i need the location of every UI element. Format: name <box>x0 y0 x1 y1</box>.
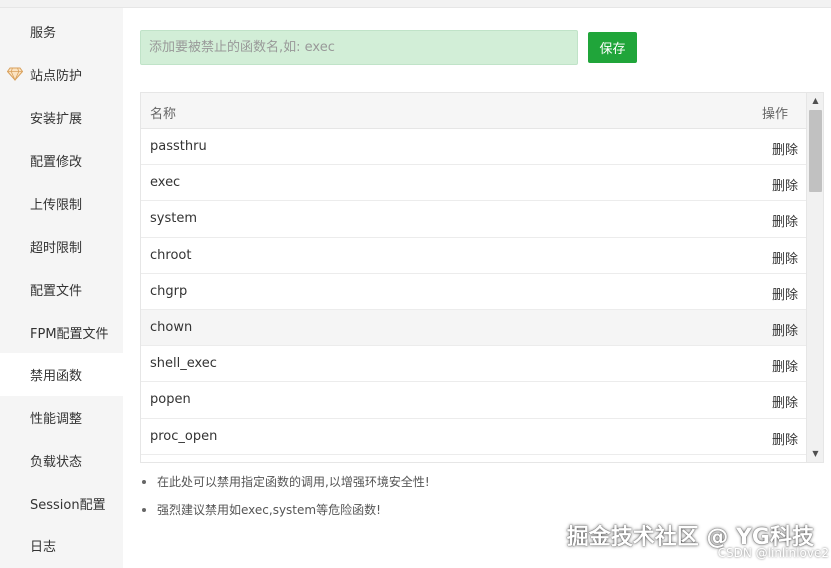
sidebar-item-label: 站点防护 <box>30 69 83 84</box>
function-name-cell: passthru <box>150 139 207 154</box>
sidebar-item-label: 超时限制 <box>30 241 83 256</box>
sidebar-item-session-config[interactable]: Session配置 <box>0 482 123 525</box>
column-header-action: 操作 <box>761 107 788 122</box>
sidebar-item-label: 上传限制 <box>30 198 83 213</box>
table-row: proc_open 删除 <box>141 419 807 455</box>
sidebar-item-label: 禁用函数 <box>30 369 83 384</box>
watermark-subtext: CSDN @linlinlove2 <box>717 546 829 560</box>
sidebar-item-label: 安装扩展 <box>30 112 83 127</box>
table-scrollbar[interactable]: ▲ ▼ <box>806 93 823 462</box>
sidebar-item-label: 配置文件 <box>30 284 83 299</box>
sidebar-item-label: 性能调整 <box>30 412 83 427</box>
sidebar-item-fpm-config[interactable]: FPM配置文件 <box>0 311 123 354</box>
function-name-cell: popen <box>150 392 191 408</box>
scrollbar-thumb[interactable] <box>809 110 822 192</box>
function-name-cell: shell_exec <box>150 356 217 372</box>
table-row: passthru 删除 <box>141 129 807 166</box>
sidebar-item-upload-limit[interactable]: 上传限制 <box>0 182 123 225</box>
table-row: chown 删除 <box>141 309 807 347</box>
sidebar-item-service[interactable]: 服务 <box>0 10 123 53</box>
table-row: popen 删除 <box>141 382 807 419</box>
sidebar-item-site-protection[interactable]: 站点防护 <box>0 53 123 96</box>
table-row: chroot 删除 <box>141 238 807 274</box>
table-row: system 删除 <box>141 201 807 238</box>
function-name-cell: chroot <box>150 247 192 263</box>
php-settings-panel: 服务 站点防护 安装扩展 配置修改 上传限制 超时限制 配置文件 FPM配置文件 <box>0 0 831 568</box>
sidebar: 服务 站点防护 安装扩展 配置修改 上传限制 超时限制 配置文件 FPM配置文件 <box>0 8 123 568</box>
column-header-name: 名称 <box>150 107 177 122</box>
delete-link[interactable]: 删除 <box>772 320 798 339</box>
scroll-up-arrow-icon[interactable]: ▲ <box>807 93 823 109</box>
table-row: exec 删除 <box>141 165 807 202</box>
function-name-input[interactable] <box>140 30 578 65</box>
sidebar-item-config-file[interactable]: 配置文件 <box>0 268 123 311</box>
delete-link[interactable]: 删除 <box>772 356 798 375</box>
function-name-cell: chown <box>150 319 193 335</box>
function-name-cell: chgrp <box>150 283 188 299</box>
delete-link[interactable]: 删除 <box>772 175 798 194</box>
tips-list: 在此处可以禁用指定函数的调用,以增强环境安全性! 强烈建议禁用如exec,sys… <box>140 474 430 530</box>
delete-link[interactable]: 删除 <box>772 284 798 303</box>
tip-item: 在此处可以禁用指定函数的调用,以增强环境安全性! <box>140 474 430 502</box>
table-row: shell_exec 删除 <box>141 346 807 383</box>
table-row: pcntl_exec 删除 <box>141 455 807 462</box>
sidebar-item-load-status[interactable]: 负载状态 <box>0 439 123 482</box>
sidebar-item-label: FPM配置文件 <box>30 327 109 342</box>
sidebar-item-label: 服务 <box>30 26 57 41</box>
sidebar-item-label: 配置修改 <box>30 155 83 170</box>
main-content: 保存 名称 操作 passthru 删除 exec 删除 system 删除 <box>123 8 831 568</box>
sidebar-item-label: Session配置 <box>30 498 106 513</box>
sidebar-item-install-extensions[interactable]: 安装扩展 <box>0 96 123 139</box>
scroll-down-arrow-icon[interactable]: ▼ <box>807 446 823 462</box>
gem-icon <box>7 67 23 81</box>
function-name-cell: proc_open <box>150 428 218 444</box>
sidebar-item-label: 负载状态 <box>30 455 83 470</box>
sidebar-item-config-modify[interactable]: 配置修改 <box>0 139 123 182</box>
tip-item: 强烈建议禁用如exec,system等危险函数! <box>140 502 430 530</box>
sidebar-item-label: 日志 <box>30 540 57 555</box>
delete-link[interactable]: 删除 <box>772 248 798 267</box>
sidebar-item-logs[interactable]: 日志 <box>0 524 123 567</box>
top-strip <box>0 0 831 8</box>
delete-link[interactable]: 删除 <box>772 211 798 230</box>
function-name-cell: system <box>150 211 197 227</box>
function-name-cell: exec <box>150 175 181 191</box>
sidebar-item-timeout-limit[interactable]: 超时限制 <box>0 225 123 268</box>
table-row: chgrp 删除 <box>141 274 807 310</box>
disabled-functions-table: 名称 操作 passthru 删除 exec 删除 system 删除 chro… <box>140 92 824 463</box>
delete-link[interactable]: 删除 <box>772 429 798 448</box>
table-header: 名称 操作 <box>141 93 807 129</box>
sidebar-item-disabled-functions[interactable]: 禁用函数 <box>0 353 123 396</box>
delete-link[interactable]: 删除 <box>772 392 798 411</box>
sidebar-item-performance[interactable]: 性能调整 <box>0 396 123 439</box>
save-button[interactable]: 保存 <box>588 32 637 63</box>
delete-link[interactable]: 删除 <box>772 139 798 158</box>
table-body: passthru 删除 exec 删除 system 删除 chroot 删除 … <box>141 129 807 462</box>
